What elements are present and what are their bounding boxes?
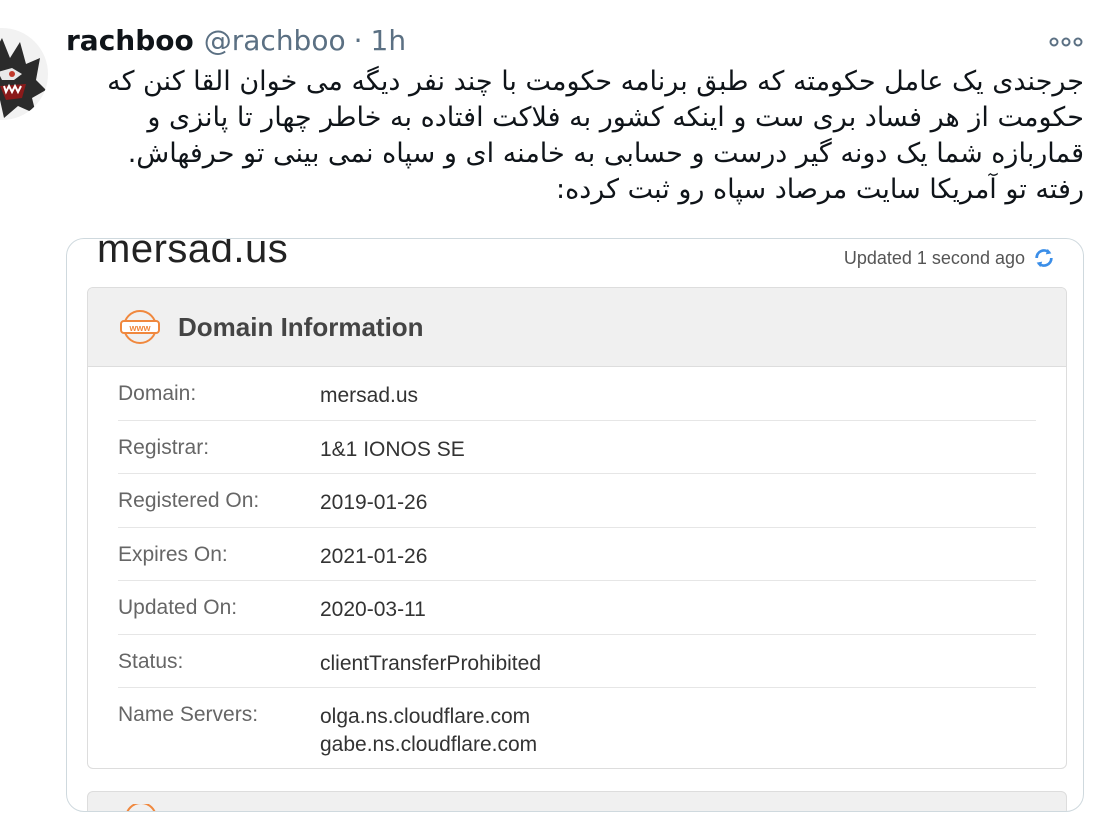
site-title: mersad.us [97, 238, 289, 271]
author-handle[interactable]: @rachboo [204, 24, 346, 57]
info-row-expires-on: Expires On: 2021-01-26 [118, 528, 1036, 581]
row-label: Registered On: [118, 489, 260, 512]
tweet-text: جرجندی یک عامل حکومته که طبق برنامه حکوم… [107, 66, 1084, 205]
row-value: 2020-03-11 [320, 598, 426, 621]
name-server-1: olga.ns.cloudflare.com [320, 705, 531, 728]
tweet[interactable]: rachboo @rachboo · 1h جرجندی یک عامل حکو… [0, 0, 1098, 824]
info-row-status: Status: clientTransferProhibited [118, 635, 1036, 688]
svg-text:www: www [128, 323, 151, 333]
row-label: Status: [118, 649, 184, 673]
domain-card[interactable]: mersad.us Updated 1 second ago www Domai… [66, 238, 1084, 812]
row-value: 1&1 IONOS SE [320, 437, 465, 461]
partial-icon [126, 804, 156, 811]
refresh-icon[interactable] [1033, 247, 1055, 269]
updated-text: Updated 1 second ago [843, 247, 1025, 268]
panel-header: www Domain Information [88, 288, 1066, 367]
next-panel [87, 791, 1067, 811]
updated-status: Updated 1 second ago [844, 247, 1055, 269]
row-value: 2021-01-26 [320, 544, 428, 568]
row-value: 2019-01-26 [320, 491, 428, 514]
info-row-updated-on: Updated On: 2020-03-11 [118, 581, 1036, 635]
wolf-avatar-icon[interactable] [0, 28, 48, 120]
timestamp[interactable]: 1h [371, 24, 407, 57]
www-icon: www [120, 310, 160, 344]
info-row-domain: Domain: mersad.us [118, 367, 1036, 421]
row-label: Name Servers: [118, 703, 259, 726]
domain-info-panel: www Domain Information Domain: mersad.us… [87, 287, 1067, 769]
row-value: mersad.us [320, 384, 419, 407]
separator: · [353, 24, 363, 57]
info-row-registrar: Registrar: 1&1 IONOS SE [118, 421, 1036, 474]
name-server-2: gabe.ns.cloudflare.com [320, 733, 538, 756]
panel-title: Domain Information [178, 311, 424, 342]
row-label: Domain: [118, 382, 197, 405]
more-options-icon[interactable] [1048, 32, 1084, 52]
tweet-header: rachboo @rachboo · 1h [66, 24, 406, 64]
row-label: Updated On: [118, 596, 238, 619]
row-label: Registrar: [118, 435, 210, 459]
info-row-name-servers: Name Servers: olga.ns.cloudflare.com gab… [118, 688, 1036, 768]
row-value: clientTransferProhibited [320, 651, 541, 675]
info-rows: Domain: mersad.us Registrar: 1&1 IONOS S… [88, 367, 1066, 768]
info-row-registered-on: Registered On: 2019-01-26 [118, 474, 1036, 528]
author-name[interactable]: rachboo [66, 24, 194, 57]
row-value: olga.ns.cloudflare.com gabe.ns.cloudflar… [320, 703, 537, 759]
row-label: Expires On: [118, 542, 228, 566]
